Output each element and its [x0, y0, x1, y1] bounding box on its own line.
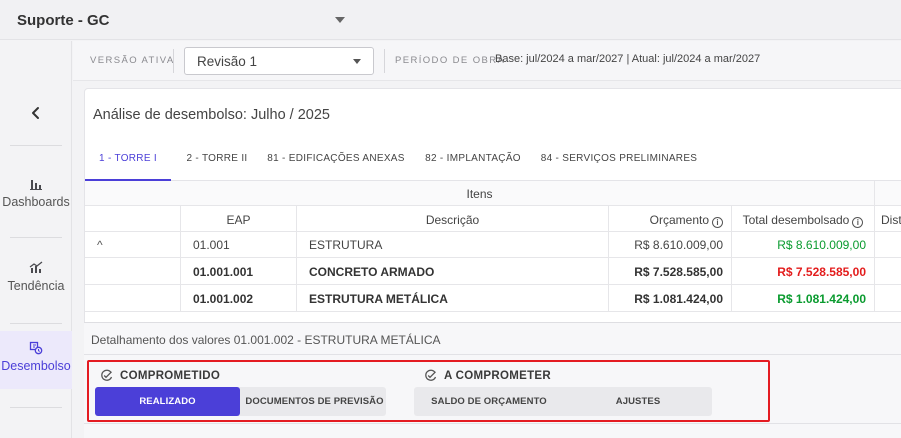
sidebar-item-label: Desembolso [1, 359, 71, 373]
table-row[interactable]: 01.001.001 CONCRETO ARMADO R$ 7.528.585,… [85, 258, 901, 285]
sidebar-item-label: Tendência [7, 279, 65, 293]
row-dist [875, 258, 901, 284]
header-expand-cell [85, 206, 181, 231]
version-bar: VERSÃO ATIVA Revisão 1 PERÍODO DE OBRA B… [73, 41, 901, 81]
row-expand-cell [85, 258, 181, 284]
period-label: PERÍODO DE OBRA [395, 55, 506, 66]
header-total-label: Total desembolsado [742, 213, 850, 227]
committed-segmented-control: REALIZADO DOCUMENTOS DE PREVISÃO [95, 387, 386, 416]
sidebar-item-trend[interactable]: Tendência [0, 261, 72, 301]
collapse-sidebar-button[interactable] [22, 99, 50, 127]
disbursement-icon [29, 341, 43, 355]
header-total-disbursed[interactable]: Total desembolsado i [732, 206, 875, 231]
row-dist [875, 232, 901, 257]
tower-tabs: 1 - TORRE I 2 - TORRE II 81 - EDIFICAÇÕE… [85, 147, 901, 181]
saldo-orcamento-button[interactable]: SALDO DE ORÇAMENTO [414, 387, 564, 416]
group-header-items: Itens [85, 181, 875, 205]
row-eap: 01.001.001 [181, 258, 297, 284]
committed-heading: COMPROMETIDO [100, 369, 220, 382]
table-group-header: Itens [85, 181, 901, 206]
revision-value: Revisão 1 [197, 54, 258, 69]
tab-servicos-preliminares[interactable]: 84 - SERVIÇOS PRELIMINARES [537, 147, 701, 181]
table-row[interactable]: 01.001.002 ESTRUTURA METÁLICA R$ 1.081.4… [85, 285, 901, 312]
row-eap: 01.001.002 [181, 285, 297, 311]
row-description: ESTRUTURA METÁLICA [297, 285, 609, 311]
period-value: Base: jul/2024 a mar/2027 | Atual: jul/2… [495, 53, 761, 65]
row-budget: R$ 7.528.585,00 [609, 258, 732, 284]
header-eap[interactable]: EAP [181, 206, 297, 231]
info-icon[interactable]: i [852, 217, 864, 228]
sidebar-divider [10, 145, 62, 146]
sidebar: Dashboards Tendência Desembolso [0, 41, 72, 438]
to-commit-heading-label: A COMPROMETER [444, 370, 551, 382]
trend-icon [29, 261, 43, 273]
separator [173, 49, 174, 73]
header-dist[interactable]: Dist [875, 206, 901, 231]
row-description: ESTRUTURA [297, 232, 609, 257]
divider [84, 423, 901, 424]
row-budget: R$ 1.081.424,00 [609, 285, 732, 311]
bar-chart-icon [30, 180, 42, 190]
sidebar-item-label: Dashboards [2, 195, 70, 209]
info-icon[interactable]: i [712, 217, 723, 228]
active-version-label: VERSÃO ATIVA [90, 55, 175, 66]
row-expand-cell [85, 285, 181, 311]
row-dist [875, 285, 901, 311]
check-circle-icon [425, 369, 437, 381]
sidebar-item-dashboards[interactable]: Dashboards [0, 177, 72, 217]
chevron-left-icon [32, 107, 39, 119]
top-bar: Suporte - GC [0, 0, 901, 40]
ajustes-button[interactable]: AJUSTES [564, 387, 712, 416]
tab-edificacoes-anexas[interactable]: 81 - EDIFICAÇÕES ANEXAS [261, 147, 411, 181]
header-description[interactable]: Descrição [297, 206, 609, 231]
caret-down-icon [335, 17, 345, 23]
caret-down-icon [353, 59, 361, 64]
row-total-disbursed: R$ 8.610.009,00 [732, 232, 875, 257]
sidebar-divider [10, 323, 62, 324]
detail-panel: Detalhamento dos valores 01.001.002 - ES… [84, 322, 901, 438]
header-budget[interactable]: Orçamento i [609, 206, 732, 231]
revision-select[interactable]: Revisão 1 [184, 47, 374, 75]
project-name: Suporte - GC [17, 12, 110, 29]
table-header-row: EAP Descrição Orçamento i Total desembols… [85, 206, 901, 232]
tab-implantacao[interactable]: 82 - IMPLANTAÇÃO [421, 147, 525, 181]
check-circle-icon [101, 369, 113, 381]
row-budget: R$ 8.610.009,00 [609, 232, 732, 257]
card-title: Análise de desembolso: Julho / 2025 [93, 107, 330, 123]
sidebar-item-disbursement[interactable]: Desembolso [0, 331, 72, 389]
tab-torre-2[interactable]: 2 - TORRE II [185, 147, 249, 181]
committed-heading-label: COMPROMETIDO [120, 370, 221, 382]
sidebar-divider [10, 407, 62, 408]
documentos-previsao-button[interactable]: DOCUMENTOS DE PREVISÃO [243, 387, 386, 416]
detail-title: Detalhamento dos valores 01.001.002 - ES… [91, 333, 441, 347]
row-total-disbursed: R$ 7.528.585,00 [732, 258, 875, 284]
row-eap: 01.001 [181, 232, 297, 257]
tab-torre-1[interactable]: 1 - TORRE I [85, 147, 171, 181]
row-total-disbursed: R$ 1.081.424,00 [732, 285, 875, 311]
project-select[interactable]: Suporte - GC [17, 8, 345, 32]
collapse-row-toggle[interactable]: ^ [85, 232, 181, 257]
to-commit-segmented-control: SALDO DE ORÇAMENTO AJUSTES [414, 387, 712, 416]
realizado-button[interactable]: REALIZADO [95, 387, 240, 416]
divider [84, 354, 901, 355]
table-row[interactable]: ^ 01.001 ESTRUTURA R$ 8.610.009,00 R$ 8.… [85, 232, 901, 258]
separator [384, 49, 385, 73]
sidebar-divider [10, 237, 62, 238]
header-budget-label: Orçamento [649, 213, 709, 227]
row-description: CONCRETO ARMADO [297, 258, 609, 284]
to-commit-heading: A COMPROMETER [424, 369, 551, 382]
